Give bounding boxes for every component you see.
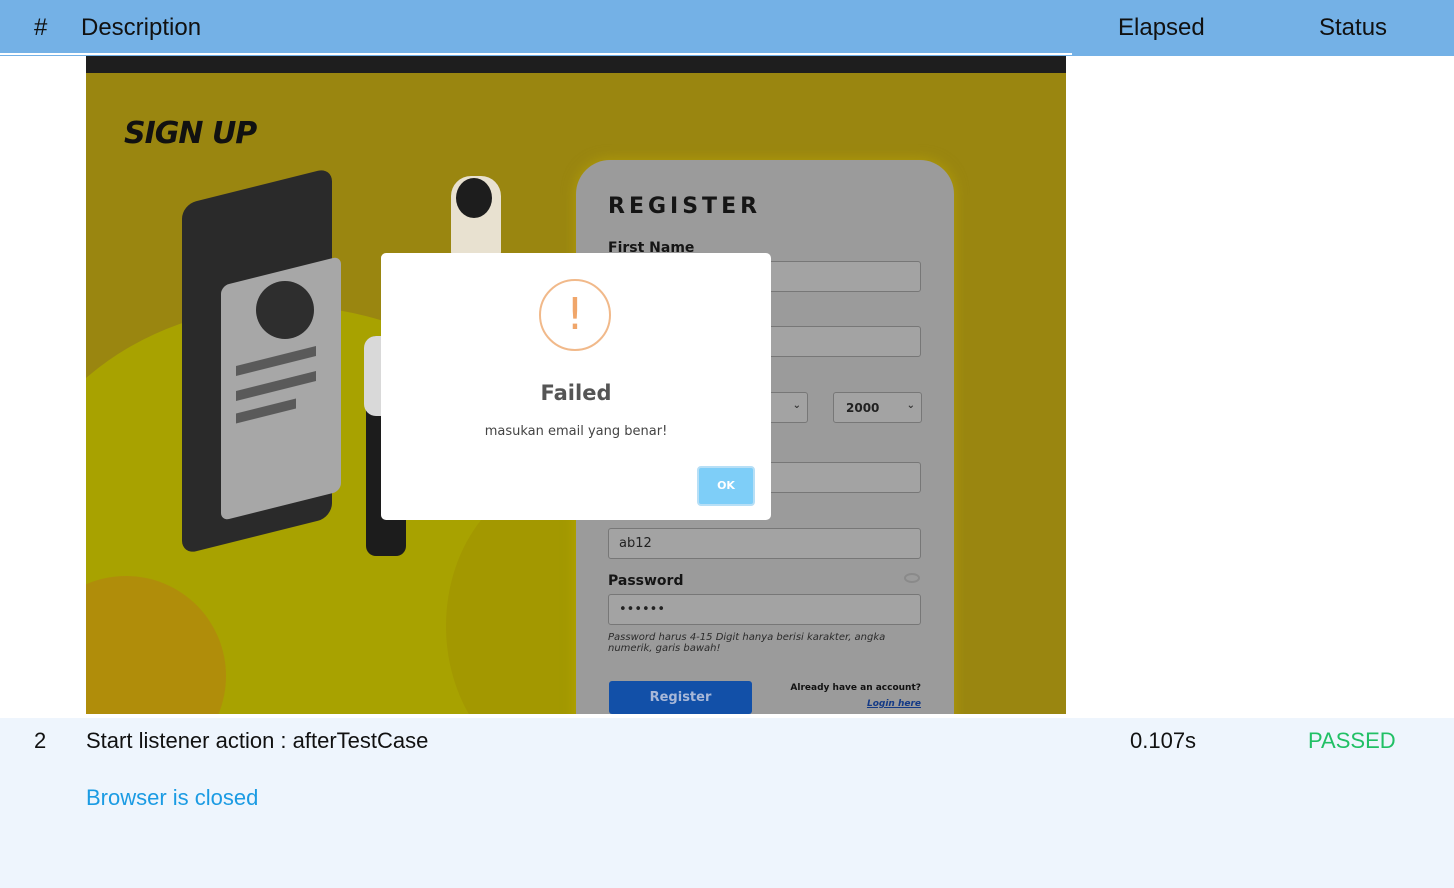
person-head-illustration <box>456 178 492 218</box>
already-account-text: Already have an account? <box>790 683 921 693</box>
chevron-down-icon: ⌄ <box>906 400 915 411</box>
step-screenshot[interactable]: SIGN UP REGISTER First Name ⌄ 2000 ⌄ ab12… <box>86 56 1066 714</box>
header-status: Status <box>1319 14 1388 41</box>
table-row: 2 Start listener action : afterTestCase … <box>0 718 1454 888</box>
eye-icon[interactable] <box>904 573 920 583</box>
dialog-message: masukan email yang benar! <box>484 424 668 439</box>
avatar-illustration <box>256 281 314 339</box>
signup-heading: SIGN UP <box>124 116 257 151</box>
row-number: 2 <box>34 728 47 753</box>
year-select[interactable]: 2000 ⌄ <box>833 392 922 423</box>
row-status-badge: PASSED <box>1308 728 1396 753</box>
header-description: Description <box>81 14 202 41</box>
table-header: # Description Elapsed Status <box>0 0 1454 56</box>
warning-icon: ! <box>539 279 611 351</box>
password-field[interactable]: •••••• <box>608 594 921 625</box>
header-num: # <box>34 14 48 41</box>
row-description: Start listener action : afterTestCase <box>86 728 429 753</box>
password-hint: Password harus 4-15 Digit hanya berisi k… <box>608 632 886 654</box>
ok-button[interactable]: OK <box>697 466 755 506</box>
row-elapsed: 0.107s <box>1130 728 1197 753</box>
header-elapsed: Elapsed <box>1118 14 1205 41</box>
row-note-link[interactable]: Browser is closed <box>86 785 258 811</box>
register-button[interactable]: Register <box>609 681 752 714</box>
login-here-link[interactable]: Login here <box>776 699 921 709</box>
dialog-title: Failed <box>540 381 612 405</box>
year-value: 2000 <box>846 401 880 415</box>
screenshot-navbar <box>86 56 1066 73</box>
password-label: Password <box>608 573 684 589</box>
chevron-down-icon: ⌄ <box>792 400 801 411</box>
failed-dialog: ! Failed masukan email yang benar! OK <box>381 253 771 520</box>
username-field[interactable]: ab12 <box>608 528 921 559</box>
header-divider <box>0 53 1072 55</box>
register-title: REGISTER <box>608 194 762 219</box>
